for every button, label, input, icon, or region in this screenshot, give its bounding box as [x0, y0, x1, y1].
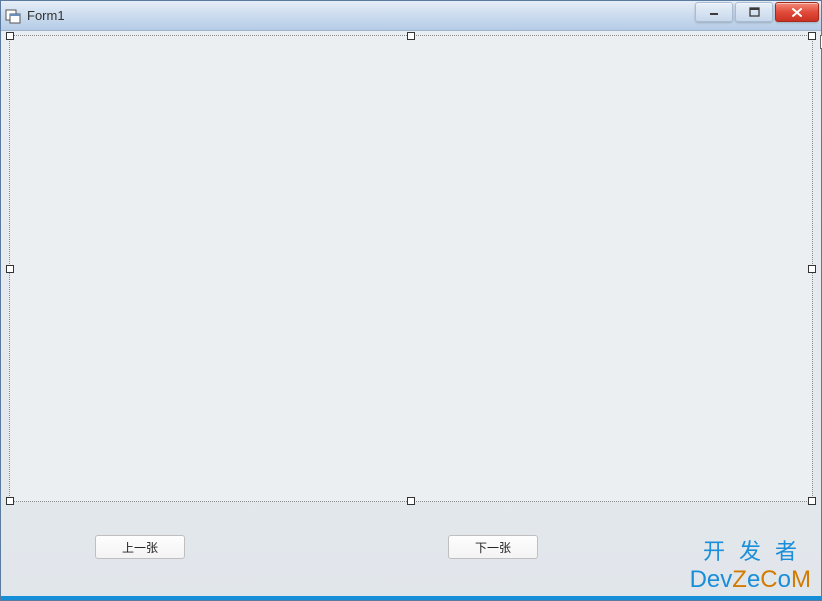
titlebar[interactable]: Form1	[1, 1, 821, 31]
form-icon	[5, 8, 21, 24]
close-button[interactable]	[775, 2, 819, 22]
resize-handle-bottom-right[interactable]	[808, 497, 816, 505]
resize-handle-top-middle[interactable]	[407, 32, 415, 40]
resize-handle-middle-left[interactable]	[6, 265, 14, 273]
selected-picturebox[interactable]	[9, 35, 813, 502]
bottom-accent-bar	[1, 596, 821, 600]
minimize-button[interactable]	[695, 2, 733, 22]
resize-handle-bottom-left[interactable]	[6, 497, 14, 505]
watermark: 开发者 DevZeCoM	[690, 534, 811, 594]
maximize-icon	[749, 7, 760, 17]
maximize-button[interactable]	[735, 2, 773, 22]
watermark-line1: 开发者	[690, 534, 811, 566]
window-title: Form1	[27, 8, 65, 23]
resize-handle-top-right[interactable]	[808, 32, 816, 40]
next-button[interactable]: 下一张	[448, 535, 538, 559]
resize-handle-top-left[interactable]	[6, 32, 14, 40]
form-client-area[interactable]: 上一张 下一张 开发者 DevZeCoM	[1, 31, 821, 600]
window-controls	[693, 2, 819, 22]
close-x-icon	[791, 7, 803, 18]
form-window: Form1	[0, 0, 822, 601]
prev-button-label: 上一张	[122, 539, 158, 556]
minimize-icon	[709, 7, 719, 17]
prev-button[interactable]: 上一张	[95, 535, 185, 559]
resize-handle-middle-right[interactable]	[808, 265, 816, 273]
watermark-line2: DevZeCoM	[690, 566, 811, 594]
resize-handle-bottom-middle[interactable]	[407, 497, 415, 505]
next-button-label: 下一张	[475, 539, 511, 556]
